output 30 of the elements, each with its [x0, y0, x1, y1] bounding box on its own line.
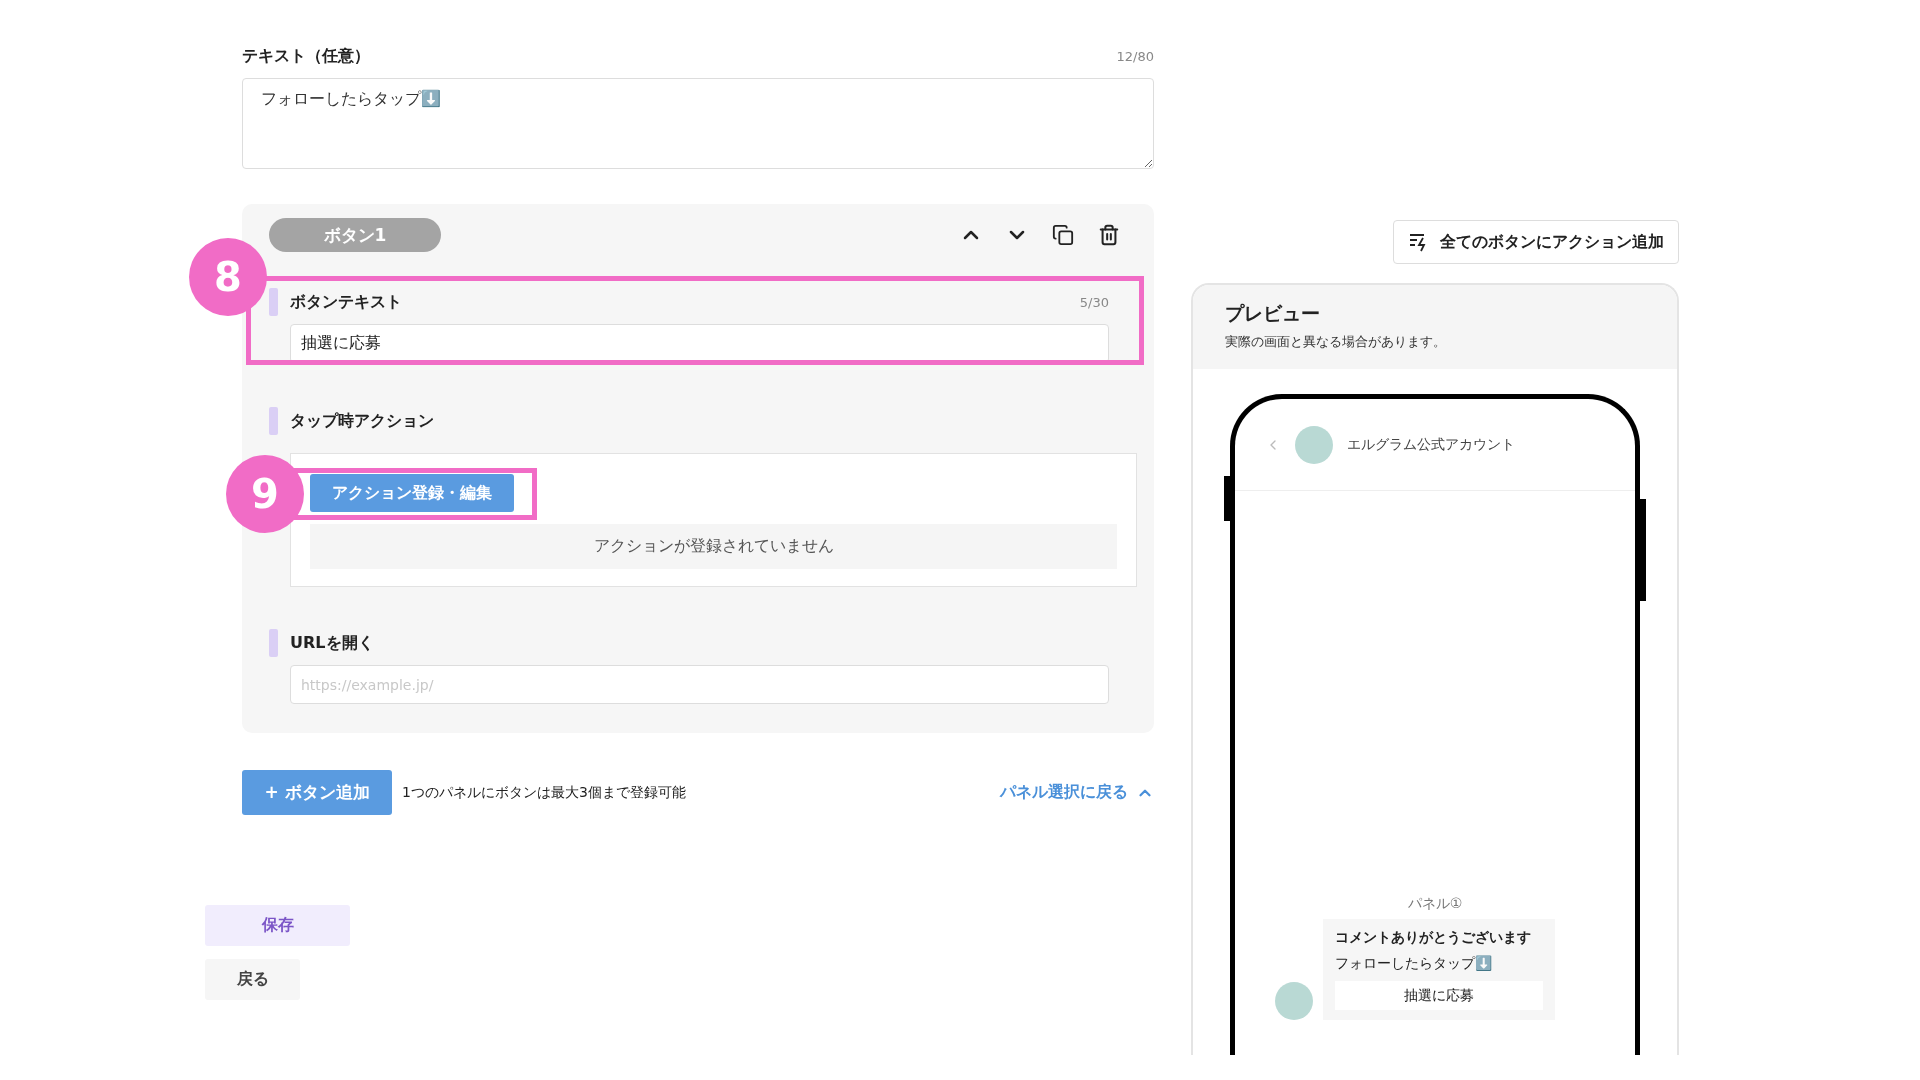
field-label: テキスト（任意）: [242, 46, 370, 67]
add-action-all-button[interactable]: 全てのボタンにアクション追加: [1393, 220, 1679, 264]
limit-note: 1つのパネルにボタンは最大3個まで登録可能: [402, 783, 686, 802]
field-label: URLを開く: [290, 632, 374, 654]
message-button[interactable]: 抽選に応募: [1335, 981, 1543, 1010]
save-button[interactable]: 保存: [205, 905, 350, 946]
preview-title: プレビュー: [1225, 301, 1321, 326]
field-label: タップ時アクション: [290, 410, 434, 432]
character-counter: 5/30: [1079, 294, 1109, 310]
account-name: エルグラム公式アカウント: [1347, 435, 1515, 454]
section-marker: [269, 288, 278, 316]
message-title: コメントありがとうございます: [1335, 929, 1532, 947]
avatar-circle: [1295, 425, 1333, 464]
back-button[interactable]: 戻る: [205, 959, 300, 1000]
avatar-circle: [1275, 982, 1313, 1020]
step-badge: 8: [189, 238, 267, 316]
preview-note: 実際の画面と異なる場合があります。: [1225, 333, 1447, 351]
message-text: フォローしたらタップ⬇: [1335, 955, 1493, 973]
text-area[interactable]: フォローしたらタップ⬇: [242, 78, 1154, 169]
button-text-input[interactable]: 抽選に応募: [290, 324, 1109, 363]
field-label: ボタンテキスト: [290, 291, 402, 313]
empty-message: アクションが登録されていません: [310, 524, 1117, 569]
copy-icon[interactable]: [1051, 223, 1075, 247]
section-marker: [269, 407, 278, 435]
character-counter: 12/80: [1116, 49, 1154, 64]
section-marker: [269, 629, 278, 657]
link-text: パネル選択に戻る: [1000, 782, 1128, 803]
trash-icon[interactable]: [1097, 223, 1121, 247]
panel-label: パネル①: [1407, 895, 1463, 913]
step-badge: 9: [226, 455, 304, 533]
